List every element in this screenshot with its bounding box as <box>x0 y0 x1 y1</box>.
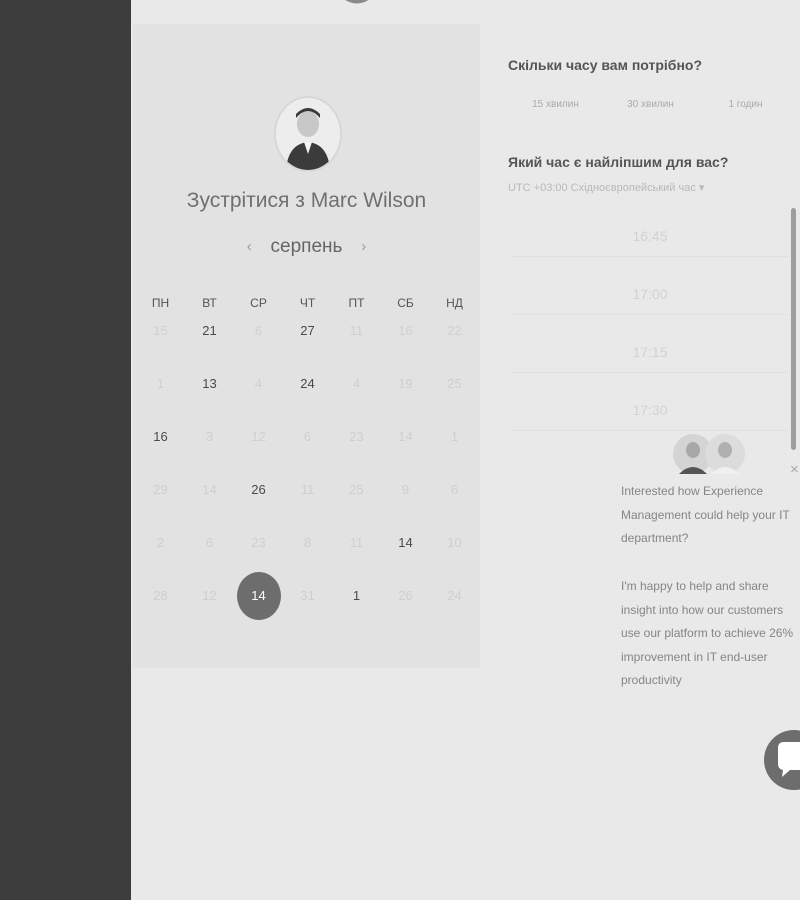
month-navigator: ‹ серпень › <box>133 236 480 258</box>
host-avatar <box>274 96 342 172</box>
calendar-day: 1 <box>450 429 459 444</box>
calendar-day: 14 <box>398 429 413 444</box>
calendar-day: 8 <box>303 535 312 550</box>
calendar-day[interactable]: 24 <box>283 357 332 410</box>
calendar-day[interactable]: 1 <box>332 569 381 622</box>
calendar-day: 9 <box>401 482 410 497</box>
time-slot[interactable]: 16:45 <box>512 211 788 257</box>
calendar-day: 11 <box>349 535 364 550</box>
prev-month-chevron-icon[interactable]: ‹ <box>237 238 261 255</box>
calendar-day-selected[interactable]: 14 <box>234 569 283 622</box>
calendar-day: 6 <box>205 535 214 550</box>
person-avatar-icon <box>276 98 340 170</box>
calendar-day: 6 <box>303 429 312 444</box>
duration-option[interactable]: 1 годин <box>698 99 793 110</box>
calendar-day: 11 <box>300 482 315 497</box>
timezone-label: UTC +03:00 Східноєвропейський час <box>508 182 696 194</box>
calendar-panel: Зустрітися з Marc Wilson ‹ серпень › ПН В… <box>133 24 480 668</box>
time-slot-list: 16:45 17:00 17:15 17:30 <box>512 211 788 443</box>
calendar-week-row: 16 3 12 6 23 14 1 <box>136 410 479 463</box>
calendar-day: 2 <box>156 535 165 550</box>
calendar-day: 19 <box>398 376 413 391</box>
chat-bubble-icon <box>778 742 800 777</box>
chat-message: I'm happy to help and share insight into… <box>621 579 794 687</box>
calendar-day: 11 <box>349 323 364 338</box>
calendar-grid: ПН ВТ СР ЧТ ПТ СБ НД 15 21 6 27 11 16 22 1 13 4 24 4 19 25 1… <box>136 294 479 622</box>
calendar-day: 25 <box>349 482 364 497</box>
calendar-day: 26 <box>398 588 413 603</box>
calendar-day: 23 <box>251 535 266 550</box>
calendar-day[interactable]: 21 <box>185 304 234 357</box>
calendar-day: 4 <box>254 376 263 391</box>
calendar-day: 1 <box>156 376 165 391</box>
logo-icon <box>345 0 369 4</box>
calendar-day: 31 <box>300 588 315 603</box>
time-slot[interactable]: 17:00 <box>512 269 788 315</box>
calendar-day: 6 <box>254 323 263 338</box>
calendar-day: 29 <box>153 482 168 497</box>
timezone-selector[interactable]: UTC +03:00 Східноєвропейський час ▾ <box>508 181 704 194</box>
duration-question: Скільки часу вам потрібно? <box>508 57 703 73</box>
calendar-day[interactable]: 13 <box>185 357 234 410</box>
agents-avatar-icon <box>673 434 745 474</box>
calendar-day: 12 <box>202 588 217 603</box>
calendar-week-row: 28 12 14 31 1 26 24 <box>136 569 479 622</box>
calendar-day: 10 <box>447 535 462 550</box>
calendar-day[interactable]: 16 <box>136 410 185 463</box>
close-icon[interactable]: × <box>790 461 799 478</box>
calendar-weeks: 15 21 6 27 11 16 22 1 13 4 24 4 19 25 16 3 12 6 23 14 1 29 14 2… <box>136 304 479 622</box>
duration-option[interactable]: 30 хвилин <box>603 99 698 110</box>
calendar-day: 14 <box>202 482 217 497</box>
time-slot[interactable]: 17:15 <box>512 327 788 373</box>
month-label: серпень <box>270 236 343 257</box>
meet-title: Зустрітися з Marc Wilson <box>186 189 427 212</box>
chevron-down-icon: ▾ <box>698 182 705 194</box>
calendar-day: 12 <box>251 429 266 444</box>
calendar-week-row: 1 13 4 24 4 19 25 <box>136 357 479 410</box>
left-dark-sidebar <box>0 0 131 900</box>
calendar-day[interactable]: 27 <box>283 304 332 357</box>
calendar-day: 4 <box>352 376 361 391</box>
calendar-day: 24 <box>447 588 462 603</box>
calendar-week-row: 29 14 26 11 25 9 6 <box>136 463 479 516</box>
calendar-day: 3 <box>205 429 214 444</box>
time-question: Який час є найліпшим для вас? <box>508 154 729 170</box>
chat-launcher-button[interactable] <box>764 730 800 790</box>
calendar-day: 6 <box>450 482 459 497</box>
next-month-chevron-icon[interactable]: › <box>352 238 376 255</box>
calendar-day[interactable]: 26 <box>234 463 283 516</box>
calendar-day: 16 <box>398 323 413 338</box>
calendar-day: 28 <box>153 588 168 603</box>
calendar-day: 22 <box>447 323 462 338</box>
chat-popup: × Interested how Experience Management c… <box>603 425 800 710</box>
chat-message: Interested how Experience Management cou… <box>621 484 790 545</box>
calendar-week-row: 15 21 6 27 11 16 22 <box>136 304 479 357</box>
calendar-day: 23 <box>349 429 364 444</box>
calendar-day: 25 <box>447 376 462 391</box>
calendar-week-row: 2 6 23 8 11 14 10 <box>136 516 479 569</box>
duration-options: 15 хвилин 30 хвилин 1 годин <box>508 99 800 110</box>
duration-option[interactable]: 15 хвилин <box>508 99 603 110</box>
time-slot-scrollbar[interactable] <box>791 208 796 450</box>
calendar-day: 15 <box>153 323 168 338</box>
calendar-day[interactable]: 14 <box>381 516 430 569</box>
selected-day-number: 14 <box>236 572 281 620</box>
